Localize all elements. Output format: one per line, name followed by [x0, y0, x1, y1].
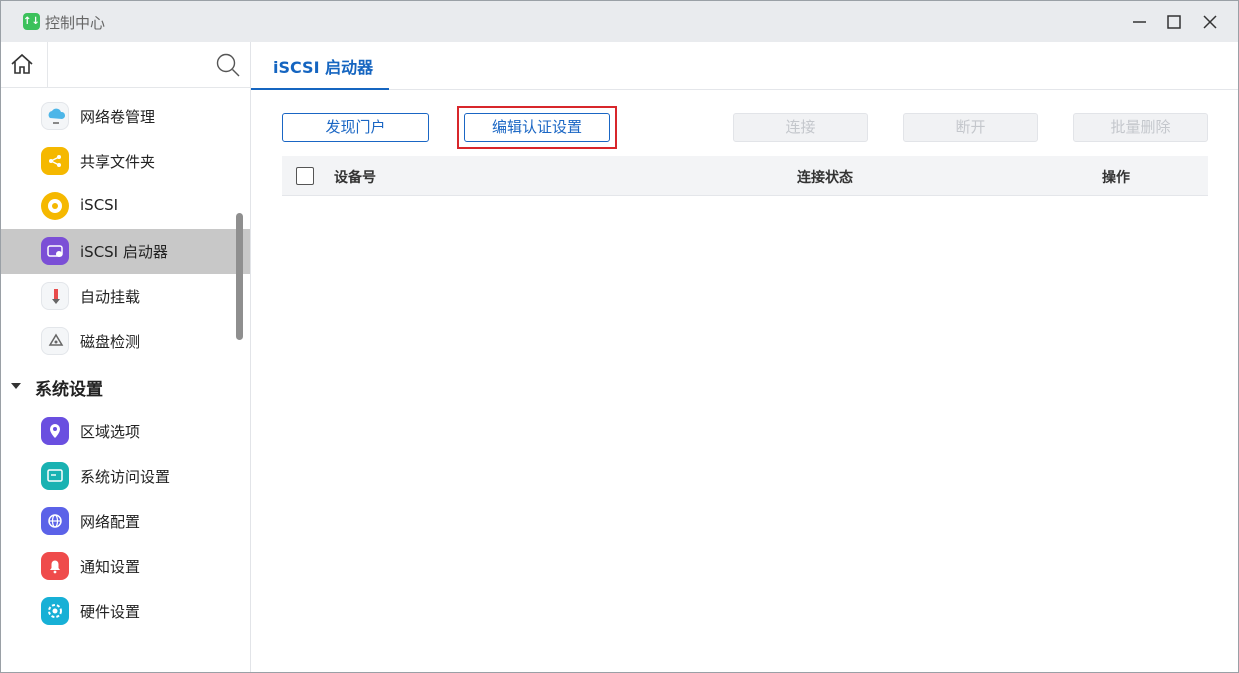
- sidebar-item-label: 区域选项: [80, 423, 141, 441]
- sidebar-item-label: 通知设置: [80, 558, 141, 576]
- shared-folder-icon: [41, 147, 69, 175]
- sidebar-item-label: 自动挂载: [80, 288, 141, 306]
- window-title: 控制中心: [45, 14, 106, 32]
- connect-button[interactable]: 连接: [733, 113, 868, 142]
- auto-mount-icon: [41, 282, 69, 310]
- cloud-volume-icon: [41, 102, 69, 130]
- section-label: 系统设置: [35, 380, 103, 400]
- sidebar-item-label: 共享文件夹: [80, 153, 156, 171]
- column-actions: 操作: [1102, 170, 1130, 186]
- sidebar-item-notification[interactable]: 通知设置: [1, 544, 250, 589]
- minimize-icon[interactable]: [1129, 11, 1151, 33]
- hardware-icon: [41, 597, 69, 625]
- network-config-icon: [41, 507, 69, 535]
- sidebar-item-iscsi[interactable]: iSCSI: [1, 184, 250, 229]
- column-device-number[interactable]: 设备号: [334, 167, 376, 187]
- sidebar-item-region[interactable]: 区域选项: [1, 409, 250, 454]
- section-system-settings[interactable]: 系统设置: [1, 368, 250, 406]
- sidebar-item-shared-folder[interactable]: 共享文件夹: [1, 139, 250, 184]
- batch-delete-button[interactable]: 批量删除: [1073, 113, 1208, 142]
- sidebar-toolbar: [1, 42, 250, 88]
- region-icon: [41, 417, 69, 445]
- sidebar-item-disk-check[interactable]: 磁盘检测: [1, 319, 250, 364]
- sidebar-item-hardware[interactable]: 硬件设置: [1, 589, 250, 634]
- discover-portal-button[interactable]: 发现门户: [282, 113, 429, 142]
- sidebar-item-auto-mount[interactable]: 自动挂载: [1, 274, 250, 319]
- sidebar-item-label: iSCSI: [80, 196, 119, 214]
- main-panel: iSCSI 启动器 发现门户 编辑认证设置 连接 断开 批量删除 设备号 连接状…: [251, 42, 1238, 672]
- tab-bar: iSCSI 启动器: [251, 42, 1238, 90]
- highlight-box: [457, 106, 617, 149]
- sidebar-item-system-access[interactable]: 系统访问设置: [1, 454, 250, 499]
- control-center-window: ↑↓ 控制中心 网络卷管理 共享文件夹 iSCSI iSCSI 启动器 自动挂载…: [0, 0, 1239, 673]
- tab-label: iSCSI 启动器: [273, 58, 374, 77]
- sidebar-item-label: iSCSI 启动器: [80, 243, 168, 261]
- sidebar-item-label: 系统访问设置: [80, 468, 171, 486]
- sidebar-item-label: 网络卷管理: [80, 108, 156, 126]
- disconnect-button[interactable]: 断开: [903, 113, 1038, 142]
- control-center-app-icon: ↑↓: [23, 13, 40, 30]
- system-access-icon: [41, 462, 69, 490]
- notification-icon: [41, 552, 69, 580]
- column-connection-status[interactable]: 连接状态: [797, 167, 853, 187]
- sidebar-item-label: 磁盘检测: [80, 333, 141, 351]
- sidebar-item-iscsi-initiator[interactable]: iSCSI 启动器: [1, 229, 250, 274]
- select-all-checkbox[interactable]: [296, 167, 314, 185]
- sidebar-item-network-volume[interactable]: 网络卷管理: [1, 94, 250, 139]
- iscsi-initiator-icon: [41, 237, 69, 265]
- sidebar-item-label: 硬件设置: [80, 603, 141, 621]
- iscsi-icon: [41, 192, 69, 220]
- close-icon[interactable]: [1199, 11, 1221, 33]
- tab-iscsi-initiator[interactable]: iSCSI 启动器: [251, 42, 389, 90]
- sidebar-scrollbar[interactable]: [236, 213, 243, 340]
- caret-down-icon[interactable]: [11, 383, 21, 389]
- disk-check-icon: [41, 327, 69, 355]
- table-header: 设备号 连接状态 操作: [282, 156, 1208, 196]
- sidebar-item-label: 网络配置: [80, 513, 141, 531]
- home-icon[interactable]: [9, 52, 35, 76]
- search-icon[interactable]: [215, 52, 241, 78]
- maximize-icon[interactable]: [1163, 11, 1185, 33]
- sidebar-item-network-config[interactable]: 网络配置: [1, 499, 250, 544]
- toolbar-divider: [47, 42, 48, 88]
- title-bar: ↑↓ 控制中心: [1, 1, 1238, 42]
- sidebar: 网络卷管理 共享文件夹 iSCSI iSCSI 启动器 自动挂载 磁盘检测 系统…: [1, 42, 251, 672]
